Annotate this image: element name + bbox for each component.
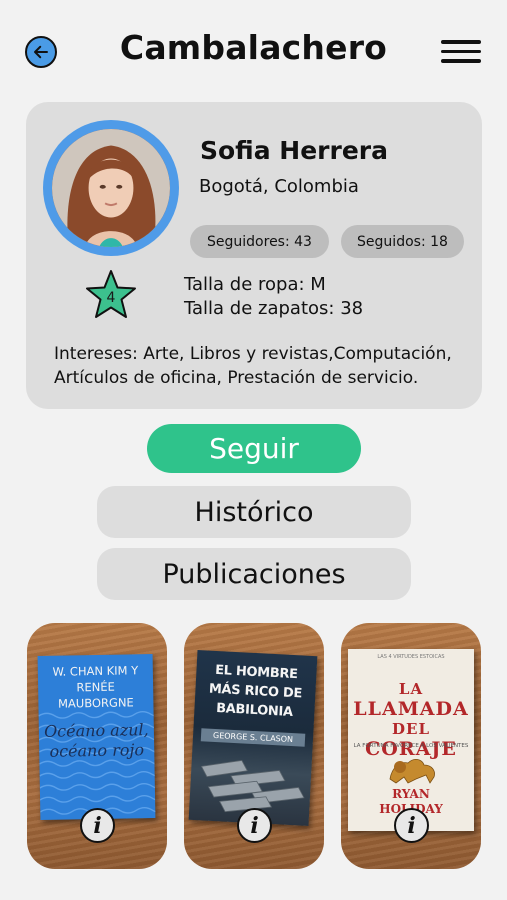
book-card[interactable]: W. CHAN KIM Y RENÉE MAUBORGNE Océano azu… [27, 623, 167, 869]
book-card[interactable]: EL HOMBRE MÁS RICO DE BABILONIA GEORGE S… [184, 623, 324, 869]
book-subtitle: LA FORTUNA FAVORECE A LOS VALIENTES [353, 743, 469, 749]
book-cover: LAS 4 VIRTUDES ESTOICAS LA LLAMADA DEL C… [348, 649, 474, 831]
posts-button[interactable]: Publicaciones [97, 548, 411, 600]
followers-count[interactable]: Seguidores: 43 [190, 225, 329, 258]
app-title: Cambalachero [119, 28, 388, 67]
app-header: Cambalachero [0, 0, 507, 100]
user-name: Sofia Herrera [200, 136, 388, 165]
info-icon[interactable]: i [237, 808, 272, 843]
book-author: GEORGE S. CLASON [200, 728, 306, 747]
lion-icon [389, 759, 435, 784]
book-cover: W. CHAN KIM Y RENÉE MAUBORGNE Océano azu… [37, 654, 156, 820]
book-cover: EL HOMBRE MÁS RICO DE BABILONIA GEORGE S… [188, 649, 318, 827]
avatar[interactable] [43, 120, 179, 256]
interests-text: Intereses: Arte, Libros y revistas,Compu… [54, 344, 452, 388]
profile-card: Sofia Herrera Bogotá, Colombia Seguidore… [26, 102, 482, 409]
book-author: W. CHAN KIM Y RENÉE MAUBORGNE [52, 663, 139, 711]
book-top-text: LAS 4 VIRTUDES ESTOICAS [377, 654, 445, 660]
history-button[interactable]: Histórico [97, 486, 411, 538]
clothing-size: Talla de ropa: M [184, 274, 326, 295]
avatar-photo [52, 129, 170, 247]
hamburger-menu-icon[interactable] [441, 40, 481, 64]
info-icon[interactable]: i [394, 808, 429, 843]
follow-button[interactable]: Seguir [147, 424, 361, 473]
rating-value: 4 [106, 290, 116, 306]
following-count[interactable]: Seguidos: 18 [341, 225, 464, 258]
user-location: Bogotá, Colombia [199, 176, 359, 197]
book-card[interactable]: LAS 4 VIRTUDES ESTOICAS LA LLAMADA DEL C… [341, 623, 481, 869]
info-icon[interactable]: i [80, 808, 115, 843]
book-title: Océano azul, océano rojo [43, 720, 149, 761]
book-title: EL HOMBRE MÁS RICO DE BABILONIA [208, 662, 303, 721]
shoe-size: Talla de zapatos: 38 [184, 298, 364, 319]
